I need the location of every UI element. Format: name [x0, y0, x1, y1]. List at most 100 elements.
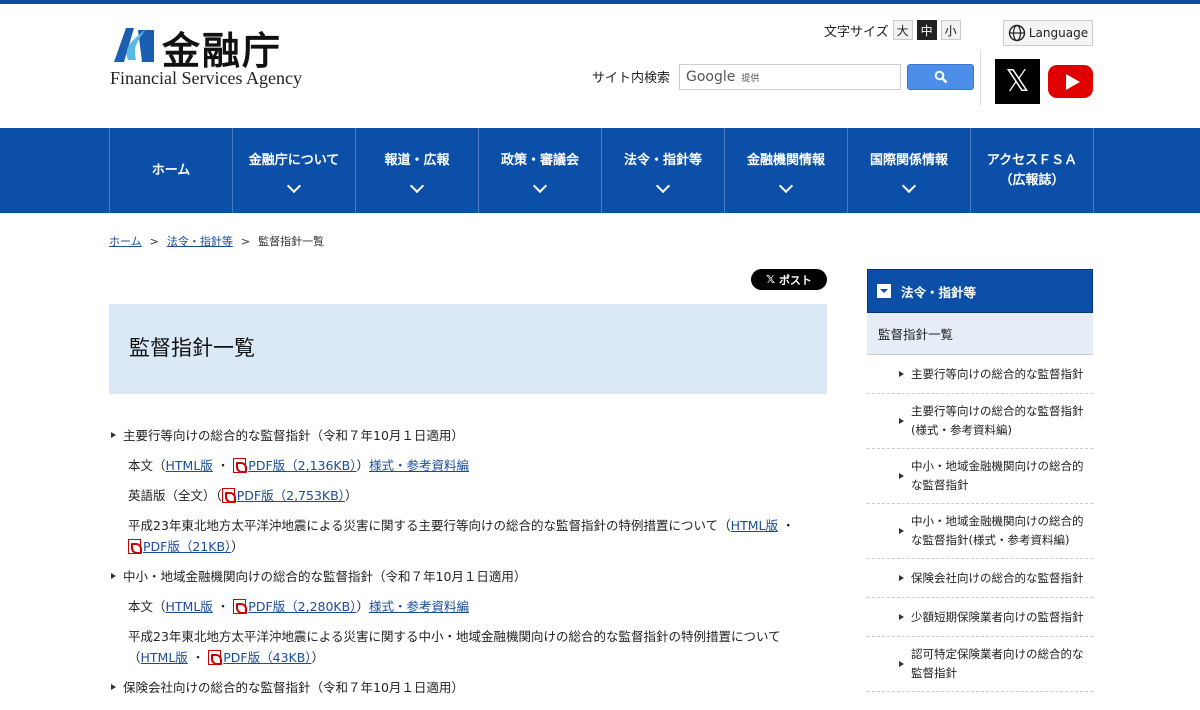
- text: ・: [216, 599, 230, 614]
- nav-item[interactable]: 報道・広報: [356, 128, 479, 213]
- sidebar-item[interactable]: 中小・地域金融機関向けの総合的な監督指針: [867, 449, 1093, 504]
- language-button[interactable]: Language: [1003, 20, 1093, 46]
- header-divider: [980, 50, 981, 106]
- nav-item[interactable]: 金融機関情報: [725, 128, 848, 213]
- font-size-large-button[interactable]: 大: [892, 20, 913, 40]
- nav-item[interactable]: アクセスＦＳＡ （広報誌）: [971, 128, 1094, 213]
- text: ）: [356, 599, 369, 614]
- nav-item[interactable]: 政策・審議会: [479, 128, 602, 213]
- logo-kanji: 金融庁: [162, 29, 283, 73]
- logo-english: Financial Services Agency: [110, 68, 302, 88]
- english-pdf-link[interactable]: PDF版（2,753KB）: [237, 488, 345, 503]
- top-accent-bar: [0, 0, 1200, 4]
- nav-item[interactable]: 国際関係情報: [848, 128, 971, 213]
- x-icon: 𝕏: [766, 273, 775, 286]
- section-heading: 中小・地域金融機関向けの総合的な監督指針（令和７年10月１日適用）: [109, 566, 827, 587]
- page-title-box: 監督指針一覧: [109, 304, 827, 394]
- pdf-link[interactable]: PDF版（21KB）: [143, 539, 231, 554]
- search-button[interactable]: [907, 64, 974, 90]
- font-size-switcher: 文字サイズ 大 中 小: [824, 20, 961, 40]
- html-link[interactable]: HTML版: [166, 458, 213, 473]
- text: 平成23年東北地方太平洋沖地震による災害に関する主要行等向けの総合的な監督指針の…: [128, 518, 731, 533]
- html-link[interactable]: HTML版: [166, 599, 213, 614]
- x-post-button[interactable]: 𝕏 ポスト: [751, 269, 827, 290]
- globe-icon: [1008, 24, 1026, 42]
- text: 本文（: [128, 599, 166, 614]
- sidebar-item[interactable]: 保険会社向けの総合的な監督指針: [867, 559, 1093, 598]
- chevron-down-icon: [532, 178, 548, 193]
- nav-item-label: 政策・審議会: [500, 152, 579, 168]
- forms-link[interactable]: 様式・参考資料編: [369, 599, 469, 614]
- nav-item[interactable]: 法令・指針等: [602, 128, 725, 213]
- breadcrumb-current: 監督指針一覧: [258, 235, 325, 248]
- sidebar-item[interactable]: 中小・地域金融機関向けの総合的な監督指針(様式・参考資料編): [867, 504, 1093, 559]
- pdf-link[interactable]: PDF版（43KB）: [223, 650, 311, 665]
- forms-link[interactable]: 様式・参考資料編: [369, 458, 469, 473]
- html-link[interactable]: HTML版: [731, 518, 778, 533]
- text: 本文（: [128, 458, 166, 473]
- html-link[interactable]: HTML版: [141, 650, 188, 665]
- special-measures-row: 平成23年東北地方太平洋沖地震による災害に関する主要行等向けの総合的な監督指針の…: [128, 518, 795, 554]
- main-text-row: 本文（HTML版 ・ PDF版（2,136KB））様式・参考資料編: [109, 455, 827, 476]
- pdf-link[interactable]: PDF版（2,280KB）: [248, 599, 356, 614]
- sidebar-item[interactable]: 少額短期保険業者向けの監督指針: [867, 598, 1093, 637]
- pdf-icon: [208, 650, 223, 665]
- font-size-label: 文字サイズ: [824, 24, 889, 40]
- post-label: ポスト: [778, 273, 812, 287]
- english-row: 英語版（全文）（ PDF版（2,753KB））: [109, 485, 827, 506]
- text: ）: [231, 539, 244, 554]
- nav-item-label: ホーム: [151, 162, 191, 178]
- section-heading: 保険会社向けの総合的な監督指針（令和７年10月１日適用）: [109, 677, 827, 698]
- text: ）: [344, 488, 358, 503]
- collapse-icon: [877, 284, 891, 298]
- text: ）: [356, 458, 369, 473]
- fsa-logo-mark-icon: [114, 28, 154, 62]
- font-size-small-button[interactable]: 小: [940, 20, 961, 40]
- section-insurance: 保険会社向けの総合的な監督指針（令和７年10月１日適用）: [109, 677, 827, 698]
- font-size-medium-button[interactable]: 中: [916, 20, 937, 40]
- sidebar-heading-label: 法令・指針等: [901, 284, 977, 300]
- nav-item[interactable]: ホーム: [110, 128, 233, 213]
- nav-item-label: 国際関係情報: [869, 152, 948, 168]
- pdf-icon: [233, 599, 248, 614]
- pdf-icon: [233, 458, 248, 473]
- breadcrumb-separator: >: [149, 235, 159, 248]
- chevron-down-icon: [778, 178, 794, 193]
- sidebar-item[interactable]: 主要行等向けの総合的な監督指針(様式・参考資料編): [867, 394, 1093, 449]
- nav-item-label: 金融機関情報: [746, 152, 825, 168]
- sidebar-item[interactable]: 認可特定保険業者向けの総合的な監督指針: [867, 637, 1093, 692]
- sidebar: 法令・指針等 監督指針一覧 主要行等向けの総合的な監督指針 主要行等向けの総合的な…: [867, 269, 1093, 692]
- search-label: サイト内検索: [592, 71, 671, 86]
- text: ）: [311, 650, 325, 665]
- section-major-banks: 主要行等向けの総合的な監督指針（令和７年10月１日適用） 本文（HTML版 ・ …: [109, 425, 827, 557]
- youtube-icon[interactable]: [1048, 65, 1093, 98]
- breadcrumb-home[interactable]: ホーム: [109, 235, 142, 248]
- nav-item-label: 報道・広報: [384, 152, 450, 168]
- global-nav: ホーム 金融庁について 報道・広報 政策・審議会 法令・指針等 金融機関情報 国際関係情報 ア…: [0, 128, 1200, 213]
- search-input[interactable]: Google 提供: [679, 64, 901, 90]
- sidebar-heading[interactable]: 法令・指針等: [867, 269, 1093, 313]
- chevron-down-icon: [286, 178, 302, 193]
- search-placeholder-suffix: 提供: [741, 74, 760, 84]
- language-label: Language: [1028, 26, 1089, 40]
- sidebar-current[interactable]: 監督指針一覧: [867, 313, 1093, 355]
- text: （: [128, 650, 141, 665]
- breadcrumb-parent[interactable]: 法令・指針等: [167, 235, 233, 248]
- nav-item-label: 金融庁について: [248, 152, 340, 168]
- fsa-logo[interactable]: 金融庁 Financial Services Agency: [110, 22, 302, 90]
- search-placeholder-brand: Google: [686, 69, 736, 85]
- pdf-icon: [128, 539, 142, 554]
- sidebar-item[interactable]: 主要行等向けの総合的な監督指針: [867, 355, 1093, 394]
- x-social-icon[interactable]: 𝕏: [995, 59, 1040, 104]
- section-regional-banks: 中小・地域金融機関向けの総合的な監督指針（令和７年10月１日適用） 本文（HTM…: [109, 566, 827, 668]
- nav-item[interactable]: 金融庁について: [233, 128, 356, 213]
- breadcrumb: ホーム > 法令・指針等 > 監督指針一覧: [109, 233, 324, 249]
- pdf-link[interactable]: PDF版（2,136KB）: [248, 458, 356, 473]
- chevron-down-icon: [409, 178, 425, 193]
- breadcrumb-separator: >: [240, 235, 251, 248]
- nav-item-label: アクセスＦＳＡ （広報誌）: [986, 152, 1078, 188]
- page-title: 監督指針一覧: [129, 336, 255, 360]
- pdf-icon: [221, 488, 236, 503]
- text: ・: [216, 458, 230, 473]
- chevron-down-icon: [655, 178, 671, 193]
